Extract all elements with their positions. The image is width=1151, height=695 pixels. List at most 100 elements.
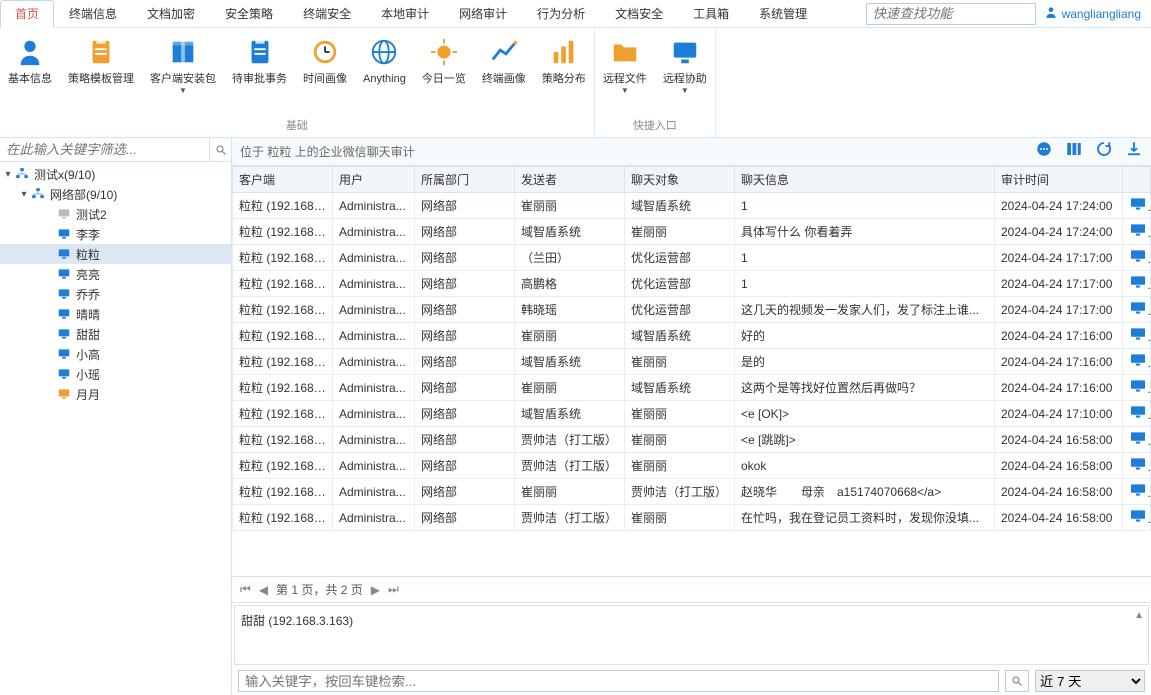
time-range-select[interactable]: 近 7 天 bbox=[1035, 670, 1145, 692]
breadcrumb: 位于 粒粒 上的企业微信聊天审计 bbox=[240, 143, 415, 160]
row-monitor-icon[interactable] bbox=[1123, 245, 1151, 271]
row-monitor-icon[interactable] bbox=[1123, 427, 1151, 453]
cell-3: 崔丽丽 bbox=[515, 193, 625, 219]
column-header-3[interactable]: 发送者 bbox=[515, 167, 625, 193]
ribbon-item-1-1[interactable]: 远程协助▼ bbox=[655, 28, 715, 115]
tree-filter-input[interactable] bbox=[0, 138, 209, 161]
tree-node-10[interactable]: 小瑶 bbox=[0, 364, 231, 384]
ribbon-item-0-5[interactable]: Anything bbox=[355, 28, 414, 115]
tab-7[interactable]: 行为分析 bbox=[522, 0, 600, 28]
ribbon-item-0-6[interactable]: 今日一览 bbox=[414, 28, 474, 115]
table-row[interactable]: 粒粒 (192.168.3...Administra...网络部域智盾系统崔丽丽… bbox=[233, 349, 1151, 375]
row-monitor-icon[interactable] bbox=[1123, 297, 1151, 323]
tree-node-label: 粒粒 bbox=[76, 246, 100, 263]
row-monitor-icon[interactable] bbox=[1123, 505, 1151, 531]
table-row[interactable]: 粒粒 (192.168.3...Administra...网络部崔丽丽贾帅洁（打… bbox=[233, 479, 1151, 505]
table-row[interactable]: 粒粒 (192.168.3...Administra...网络部（兰田）优化运营… bbox=[233, 245, 1151, 271]
tree-node-label: 晴晴 bbox=[76, 306, 100, 323]
row-monitor-icon[interactable] bbox=[1123, 453, 1151, 479]
keyword-search-input[interactable] bbox=[238, 670, 999, 692]
cell-5: 1 bbox=[735, 193, 995, 219]
column-header-6[interactable]: 审计时间 bbox=[995, 167, 1123, 193]
column-header-1[interactable]: 用户 bbox=[333, 167, 415, 193]
ribbon-item-0-3[interactable]: 待审批事务 bbox=[224, 28, 295, 115]
keyword-search-button[interactable] bbox=[1005, 670, 1029, 692]
row-monitor-icon[interactable] bbox=[1123, 323, 1151, 349]
row-monitor-icon[interactable] bbox=[1123, 271, 1151, 297]
ribbon-item-0-1[interactable]: 策略模板管理 bbox=[60, 28, 142, 115]
column-header-7[interactable] bbox=[1123, 167, 1151, 193]
pager-next-button[interactable]: ▶ bbox=[371, 583, 380, 597]
tab-0[interactable]: 首页 bbox=[0, 0, 54, 28]
ribbon-item-0-4[interactable]: 时间画像 bbox=[295, 28, 355, 115]
tab-4[interactable]: 终端安全 bbox=[288, 0, 366, 28]
row-monitor-icon[interactable] bbox=[1123, 401, 1151, 427]
ribbon-item-0-2[interactable]: 客户端安装包▼ bbox=[142, 28, 224, 115]
tab-9[interactable]: 工具箱 bbox=[678, 0, 744, 28]
table-row[interactable]: 粒粒 (192.168.3...Administra...网络部贾帅洁（打工版）… bbox=[233, 453, 1151, 479]
tab-10[interactable]: 系统管理 bbox=[744, 0, 822, 28]
tab-3[interactable]: 安全策略 bbox=[210, 0, 288, 28]
pager-prev-button[interactable]: ◀ bbox=[259, 583, 268, 597]
table-row[interactable]: 粒粒 (192.168.3...Administra...网络部域智盾系统崔丽丽… bbox=[233, 219, 1151, 245]
column-header-4[interactable]: 聊天对象 bbox=[625, 167, 735, 193]
ribbon-item-0-0[interactable]: 基本信息 bbox=[0, 28, 60, 115]
row-monitor-icon[interactable] bbox=[1123, 349, 1151, 375]
org-icon bbox=[30, 186, 46, 202]
export-download-icon[interactable] bbox=[1125, 140, 1143, 163]
scroll-up-icon[interactable]: ▲ bbox=[1134, 610, 1144, 621]
tree-node-label: 测试x(9/10) bbox=[34, 166, 95, 183]
pager-first-button[interactable]: ⏮ bbox=[240, 582, 251, 597]
column-header-0[interactable]: 客户端 bbox=[233, 167, 333, 193]
table-row[interactable]: 粒粒 (192.168.3...Administra...网络部崔丽丽域智盾系统… bbox=[233, 323, 1151, 349]
table-row[interactable]: 粒粒 (192.168.3...Administra...网络部贾帅洁（打工版）… bbox=[233, 427, 1151, 453]
ribbon-item-0-7[interactable]: 终端画像 bbox=[474, 28, 534, 115]
tree-node-5[interactable]: 亮亮 bbox=[0, 264, 231, 284]
pager-last-button[interactable]: ⏭ bbox=[388, 582, 399, 597]
tree-filter-search-button[interactable] bbox=[209, 138, 231, 161]
current-user-link[interactable]: wangliangliang bbox=[1044, 5, 1141, 22]
tree-node-0[interactable]: ▾ 测试x(9/10) bbox=[0, 164, 231, 184]
tree-node-2[interactable]: 测试2 bbox=[0, 204, 231, 224]
quick-search-input[interactable] bbox=[866, 3, 1036, 25]
tree-node-7[interactable]: 晴晴 bbox=[0, 304, 231, 324]
tab-8[interactable]: 文档安全 bbox=[600, 0, 678, 28]
row-monitor-icon[interactable] bbox=[1123, 375, 1151, 401]
tree-node-8[interactable]: 甜甜 bbox=[0, 324, 231, 344]
tree-node-label: 亮亮 bbox=[76, 266, 100, 283]
tree-expander-icon[interactable]: ▾ bbox=[2, 169, 14, 180]
column-header-2[interactable]: 所属部门 bbox=[415, 167, 515, 193]
row-monitor-icon[interactable] bbox=[1123, 193, 1151, 219]
table-row[interactable]: 粒粒 (192.168.3...Administra...网络部域智盾系统崔丽丽… bbox=[233, 401, 1151, 427]
row-monitor-icon[interactable] bbox=[1123, 219, 1151, 245]
cell-5: 1 bbox=[735, 245, 995, 271]
table-row[interactable]: 粒粒 (192.168.3...Administra...网络部崔丽丽域智盾系统… bbox=[233, 193, 1151, 219]
table-row[interactable]: 粒粒 (192.168.3...Administra...网络部高鹏格优化运营部… bbox=[233, 271, 1151, 297]
tab-5[interactable]: 本地审计 bbox=[366, 0, 444, 28]
ribbon-item-0-8[interactable]: 策略分布 bbox=[534, 28, 594, 115]
chat-bubble-icon[interactable] bbox=[1035, 140, 1053, 163]
row-monitor-icon[interactable] bbox=[1123, 479, 1151, 505]
table-row[interactable]: 粒粒 (192.168.3...Administra...网络部韩晓瑶优化运营部… bbox=[233, 297, 1151, 323]
table-row[interactable]: 粒粒 (192.168.3...Administra...网络部崔丽丽域智盾系统… bbox=[233, 375, 1151, 401]
tree-node-4[interactable]: 粒粒 bbox=[0, 244, 231, 264]
tab-2[interactable]: 文档加密 bbox=[132, 0, 210, 28]
sun-icon bbox=[428, 36, 460, 68]
cell-0: 粒粒 (192.168.3... bbox=[233, 375, 333, 401]
tab-6[interactable]: 网络审计 bbox=[444, 0, 522, 28]
tab-1[interactable]: 终端信息 bbox=[54, 0, 132, 28]
table-row[interactable]: 粒粒 (192.168.3...Administra...网络部贾帅洁（打工版）… bbox=[233, 505, 1151, 531]
tree-expander-icon[interactable]: ▾ bbox=[18, 189, 30, 200]
tree-node-3[interactable]: 李李 bbox=[0, 224, 231, 244]
column-header-5[interactable]: 聊天信息 bbox=[735, 167, 995, 193]
ribbon-item-1-0[interactable]: 远程文件▼ bbox=[595, 28, 655, 115]
pc-on-icon bbox=[56, 226, 72, 242]
cell-5: <e [OK]> bbox=[735, 401, 995, 427]
columns-toggle-icon[interactable] bbox=[1065, 140, 1083, 163]
tree-node-6[interactable]: 乔乔 bbox=[0, 284, 231, 304]
tree-node-9[interactable]: 小高 bbox=[0, 344, 231, 364]
refresh-icon[interactable] bbox=[1095, 140, 1113, 163]
tree-node-11[interactable]: 月月 bbox=[0, 384, 231, 404]
cell-2: 网络部 bbox=[415, 297, 515, 323]
tree-node-1[interactable]: ▾网络部(9/10) bbox=[0, 184, 231, 204]
